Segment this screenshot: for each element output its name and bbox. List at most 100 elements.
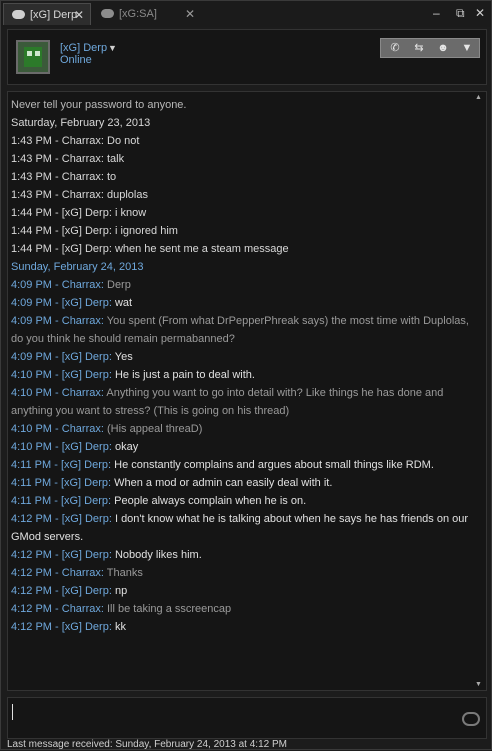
message-sender: [xG] Derp [61,243,109,255]
text-cursor [12,704,13,720]
message-time: 4:09 PM [11,351,52,363]
message-text: Do not [107,135,140,147]
message-time: 4:10 PM [11,423,52,435]
group-icon[interactable]: ☻ [433,41,453,55]
message-time: 4:10 PM [11,387,52,399]
message-sep: - [51,315,62,327]
message-sender: [xG] Derp [61,369,109,381]
message-time: 4:12 PM [11,549,52,561]
message-line: 1:44 PM - [xG] Derp: i know [11,204,469,222]
tab-xg-derp[interactable]: [xG] Derp ✕ [3,3,91,25]
message-line: 1:43 PM - Charrax: duplolas [11,186,469,204]
message-time: 4:12 PM [11,603,52,615]
close-window-button[interactable]: ✕ [475,4,485,22]
message-time: 4:09 PM [11,297,52,309]
phone-icon[interactable]: ✆ [385,41,405,55]
security-notice: Never tell your password to anyone. [11,99,187,111]
message-text: He constantly complains and argues about… [114,459,434,471]
message-sender: Charrax [61,189,101,201]
message-line: 4:12 PM - [xG] Derp: kk [11,618,469,636]
chat-log[interactable]: Never tell your password to anyone. Satu… [7,91,487,691]
message-sender: [xG] Derp [61,441,109,453]
message-sep: - [51,189,62,201]
message-time: 1:43 PM [11,135,52,147]
message-line: 4:12 PM - Charrax: Thanks [11,564,469,582]
message-sep: - [51,225,62,237]
message-sender: [xG] Derp [61,621,109,633]
message-sender: [xG] Derp [61,549,109,561]
message-text: to [107,171,117,183]
contact-menu-chevron-icon[interactable]: ▼ [108,43,117,53]
message-input[interactable] [7,697,487,739]
message-line: 1:44 PM - [xG] Derp: when he sent me a s… [11,240,469,258]
tab-xg-sa-scooter[interactable]: [xG:SA] Scooter ✕ [93,3,201,42]
message-line: 4:12 PM - Charrax: Ill be taking a sscre… [11,600,469,618]
message-line: 4:09 PM - Charrax: Derp [11,276,469,294]
message-sep: - [51,243,62,255]
message-sep: - [51,135,62,147]
message-text: Yes [114,351,133,363]
message-time: 4:12 PM [11,585,52,597]
message-sep: - [51,369,62,381]
contact-name[interactable]: [xG] Derp [60,42,107,54]
send-chat-icon[interactable] [462,712,480,726]
message-sep: - [51,423,62,435]
close-tab-icon[interactable]: ✕ [74,4,84,26]
message-line: 1:43 PM - Charrax: Do not [11,132,469,150]
message-sep: - [51,549,62,561]
tab-bar: [xG] Derp ✕ [xG:SA] Scooter ✕ – ⧉ ✕ [1,1,491,42]
message-sep: - [51,477,61,489]
message-text: okay [114,441,139,453]
message-sender: [xG] Derp [61,513,109,525]
message-group-2: 4:09 PM - Charrax: Derp 4:09 PM - [xG] De… [11,276,469,636]
message-text: Derp [107,279,131,291]
message-sender: Charrax [61,423,101,435]
message-sender: Charrax [61,153,101,165]
message-sep: - [51,567,62,579]
message-sender: [xG] Derp [60,459,109,471]
message-line: 4:12 PM - [xG] Derp: Nobody likes him. [11,546,469,564]
message-sep: - [51,297,62,309]
scroll-down-icon[interactable]: ▼ [475,681,482,688]
contact-header: [xG] Derp ▼ Online ✆ ⇆ ☻ ▼ [7,29,487,85]
avatar[interactable] [16,40,50,74]
message-sep: - [51,441,62,453]
message-time: 4:11 PM [11,495,52,507]
transfer-icon[interactable]: ⇆ [409,41,429,55]
message-line: 4:12 PM - [xG] Derp: np [11,582,469,600]
message-sep: - [51,585,62,597]
message-text: i ignored him [114,225,178,237]
message-sep: - [51,207,62,219]
message-text: He is just a pain to deal with. [114,369,255,381]
restore-button[interactable]: ⧉ [456,4,465,22]
message-text: Ill be taking a sscreencap [107,603,232,615]
message-sender: Charrax [61,279,101,291]
message-sep: - [51,153,62,165]
message-text: People always complain when he is on. [114,495,307,507]
message-line: 1:43 PM - Charrax: to [11,168,469,186]
message-time: 4:10 PM [11,441,52,453]
message-text: Nobody likes him. [114,549,202,561]
date-separator: Saturday, February 23, 2013 [11,117,151,129]
message-time: 4:12 PM [11,567,52,579]
message-time: 4:12 PM [11,621,52,633]
minimize-button[interactable]: – [433,4,440,22]
message-sender: Charrax [61,171,101,183]
message-sep: - [51,621,62,633]
message-text: When a mod or admin can easily deal with… [114,477,333,489]
scrollbar[interactable]: ▲ ▼ [474,94,484,688]
message-line: 4:09 PM - [xG] Derp: wat [11,294,469,312]
message-text: when he sent me a steam message [114,243,289,255]
message-time: 4:09 PM [11,315,52,327]
message-sender: Charrax [61,387,101,399]
scroll-up-icon[interactable]: ▲ [475,94,482,101]
close-tab-icon[interactable]: ✕ [185,3,195,25]
message-time: 4:11 PM [11,459,52,471]
message-time: 1:43 PM [11,171,52,183]
chevron-down-icon[interactable]: ▼ [457,41,477,55]
message-line: 4:11 PM - [xG] Derp: People always compl… [11,492,469,510]
message-sender: Charrax [61,315,101,327]
message-line: 4:09 PM - [xG] Derp: Yes [11,348,469,366]
tab-label: [xG] Derp [30,9,78,21]
message-text: (His appeal threaD) [107,423,203,435]
